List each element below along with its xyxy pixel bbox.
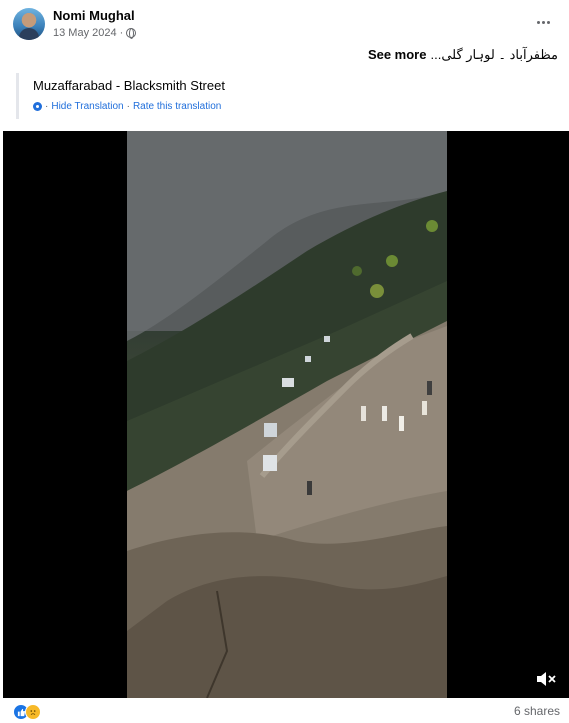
post-options-button[interactable] [531,12,555,32]
video-frame [127,131,447,698]
more-dot-icon [536,20,540,24]
shares-count[interactable]: 6 shares [514,704,560,718]
avatar-figure [19,28,39,40]
reactions-summary[interactable] [13,704,41,720]
translated-text: Muzaffarabad - Blacksmith Street [33,78,225,93]
globe-icon [126,28,137,39]
more-dot-icon [546,20,550,24]
author-avatar[interactable] [13,8,45,40]
translation-links: · Hide Translation · Rate this translati… [33,101,236,112]
post-date[interactable]: 13 May 2024 [53,27,117,39]
see-more-link[interactable]: See more [368,47,427,62]
more-dot-icon [541,20,545,24]
translation-block: Muzaffarabad - Blacksmith Street · Hide … [16,73,236,119]
hide-translation-link[interactable]: Hide Translation [51,101,123,112]
sad-icon [25,704,41,720]
post-text: مظفرآباد ۔ لوہار گلی... See more [368,47,558,63]
original-text: مظفرآباد ۔ لوہار گلی... [430,47,558,62]
video-player[interactable] [3,131,569,698]
translation-separator: · [126,101,130,112]
translation-separator: · [45,101,49,112]
post-meta: 13 May 2024 · [53,27,137,39]
date-separator: · [119,27,124,39]
settings-gear-icon[interactable] [33,102,42,111]
landslide-scene [127,131,447,698]
facebook-post: Nomi Mughal 13 May 2024 · مظفرآباد ۔ لوہ… [0,0,569,723]
speaker-muted-icon [537,672,556,686]
author-name[interactable]: Nomi Mughal [53,8,135,23]
mute-button[interactable] [535,670,557,688]
rate-translation-link[interactable]: Rate this translation [133,101,221,112]
